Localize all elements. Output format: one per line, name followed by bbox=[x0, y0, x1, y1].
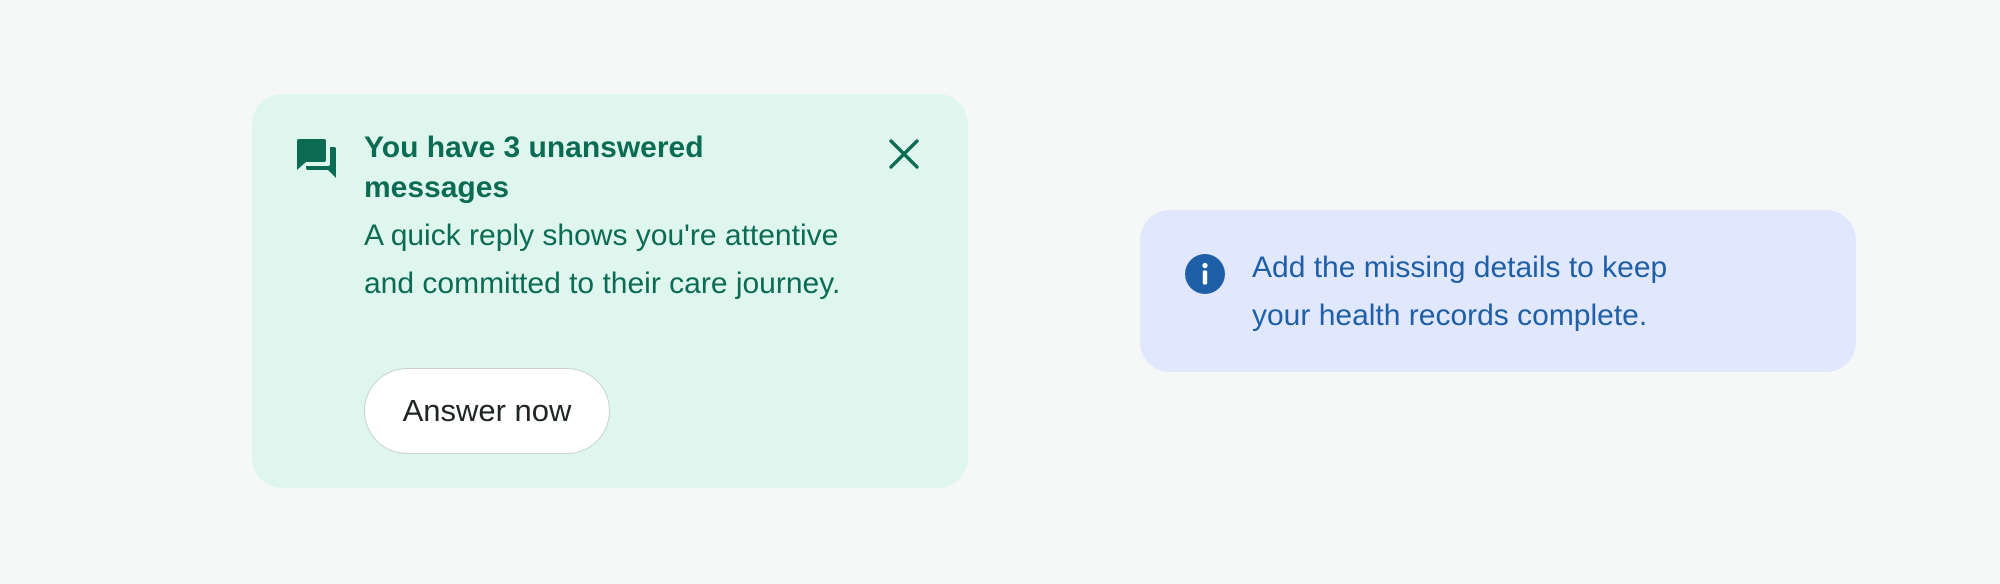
info-icon bbox=[1184, 253, 1226, 295]
banner-description: A quick reply shows you're attentive and… bbox=[364, 219, 841, 300]
close-icon bbox=[886, 139, 922, 175]
banner-title: You have 3 unanswered messages bbox=[364, 131, 704, 204]
unanswered-messages-banner: You have 3 unanswered messages A quick r… bbox=[252, 94, 968, 488]
answer-now-button[interactable]: Answer now bbox=[364, 368, 610, 454]
close-button[interactable] bbox=[886, 136, 922, 172]
chat-bubbles-icon bbox=[294, 136, 338, 180]
info-message: Add the missing details to keep your hea… bbox=[1252, 251, 1668, 332]
missing-details-info-banner: Add the missing details to keep your hea… bbox=[1140, 210, 1856, 372]
